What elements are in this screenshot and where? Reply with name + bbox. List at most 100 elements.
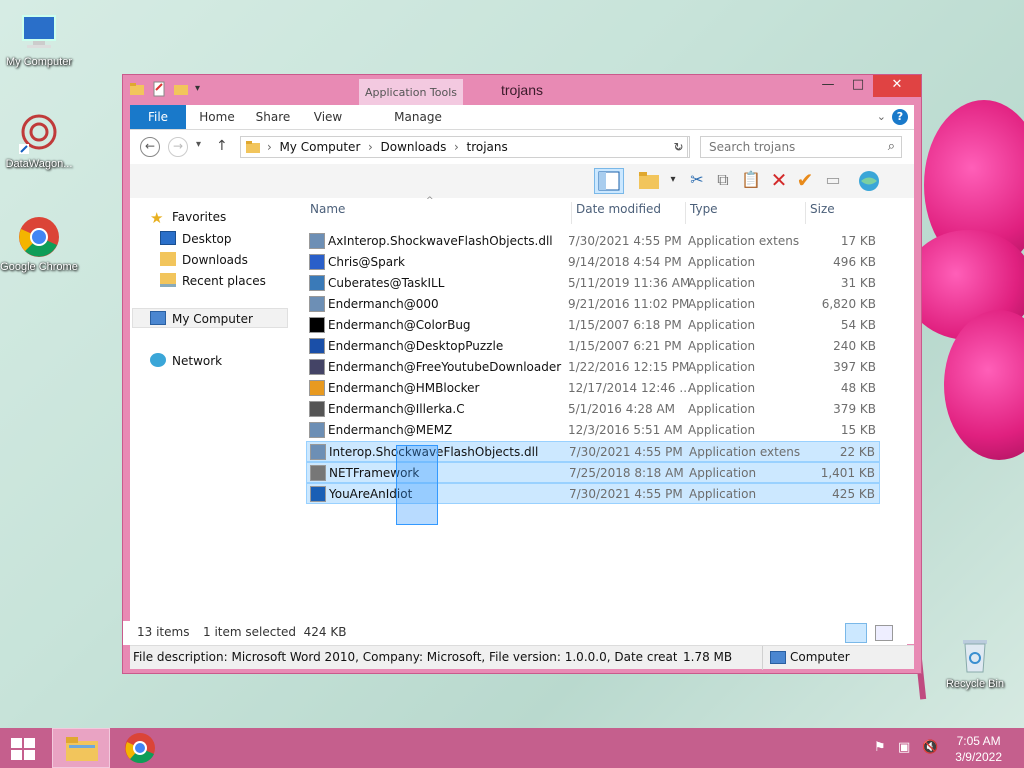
folder-icon bbox=[66, 737, 98, 761]
file-icon bbox=[310, 465, 326, 481]
file-date: 9/21/2016 11:02 PM bbox=[568, 297, 690, 311]
windows-logo-icon bbox=[11, 738, 35, 760]
file-size: 31 KB bbox=[840, 276, 876, 290]
column-header-name[interactable]: Name bbox=[310, 202, 345, 224]
file-type: Application bbox=[688, 276, 756, 290]
file-row[interactable]: NETFramework 7/25/2018 8:18 AM Application… bbox=[306, 462, 880, 483]
file-size: 1.78 MB bbox=[683, 650, 733, 664]
chrome-icon bbox=[125, 733, 155, 764]
tab-home[interactable]: Home bbox=[192, 105, 242, 129]
file-row[interactable]: Endermanch@MEMZ 12/3/2016 5:51 AM Applicat… bbox=[306, 420, 880, 441]
file-date: 7/25/2018 8:18 AM bbox=[569, 466, 684, 480]
file-type: Application bbox=[688, 255, 756, 269]
chevron-down-icon[interactable]: ▾ bbox=[660, 168, 686, 194]
file-row[interactable]: Cuberates@TaskILL 5/11/2019 11:36 AM Appli… bbox=[306, 273, 880, 294]
column-header-type[interactable]: Type bbox=[685, 202, 718, 224]
file-row[interactable]: Endermanch@FreeYoutubeDownloader 1/22/201… bbox=[306, 357, 880, 378]
breadcrumb-my-computer[interactable]: My Computer bbox=[279, 140, 360, 154]
network-status-icon[interactable]: ▣ bbox=[898, 740, 910, 755]
tab-manage[interactable]: Manage bbox=[366, 105, 470, 129]
details-view-icon[interactable] bbox=[845, 623, 867, 643]
file-size: 425 KB bbox=[832, 487, 875, 501]
command-toolbar: ▾ ✂ ⧉ 📋 ✕ ✔ ▭ bbox=[130, 164, 914, 198]
desktop-icon bbox=[160, 231, 176, 245]
action-center-flag-icon[interactable]: ⚑ bbox=[874, 740, 886, 755]
file-icon bbox=[309, 233, 325, 249]
desktop-icon-recycle-bin[interactable]: Recycle Bin bbox=[936, 632, 1014, 690]
tab-file[interactable]: File bbox=[130, 105, 186, 129]
desktop-icon-datawagon[interactable]: DataWagon... bbox=[0, 112, 78, 170]
large-icons-view-icon[interactable] bbox=[875, 625, 893, 641]
file-size: 54 KB bbox=[840, 318, 876, 332]
up-button[interactable]: ↑ bbox=[216, 138, 228, 154]
file-row[interactable]: AxInterop.ShockwaveFlashObjects.dll 7/30/… bbox=[306, 231, 880, 252]
breadcrumb-downloads[interactable]: Downloads bbox=[380, 140, 446, 154]
nav-my-computer[interactable]: My Computer bbox=[150, 311, 253, 326]
drag-selection-rectangle bbox=[396, 445, 438, 525]
file-icon bbox=[310, 486, 326, 502]
maximize-button[interactable]: □ bbox=[843, 75, 873, 97]
network-icon bbox=[150, 353, 166, 367]
nav-desktop[interactable]: Desktop bbox=[160, 231, 232, 246]
refresh-button[interactable]: ↻ bbox=[668, 136, 690, 158]
folder-options-icon[interactable] bbox=[636, 168, 662, 194]
taskbar-file-explorer[interactable] bbox=[52, 728, 110, 768]
file-icon bbox=[309, 296, 325, 312]
file-type: Application bbox=[689, 487, 757, 501]
column-header-date[interactable]: Date modified bbox=[571, 202, 661, 224]
taskbar-chrome[interactable] bbox=[124, 728, 164, 768]
file-name: Endermanch@000 bbox=[328, 297, 439, 311]
copy-icon[interactable]: ⧉ bbox=[710, 168, 736, 194]
file-row[interactable]: Endermanch@Illerka.C 5/1/2016 4:28 AM Appl… bbox=[306, 399, 880, 420]
column-header-size[interactable]: Size bbox=[805, 202, 881, 224]
delete-icon[interactable]: ✕ bbox=[766, 168, 792, 194]
ribbon-expand-icon[interactable]: ⌄ bbox=[877, 110, 886, 123]
window-title: trojans bbox=[500, 82, 544, 98]
nav-downloads[interactable]: Downloads bbox=[160, 252, 248, 267]
nav-network[interactable]: Network bbox=[150, 353, 222, 368]
desktop-icon-google-chrome[interactable]: Google Chrome bbox=[0, 215, 78, 273]
paste-icon[interactable]: 📋 bbox=[738, 168, 764, 194]
tab-share[interactable]: Share bbox=[248, 105, 298, 129]
tab-view[interactable]: View bbox=[304, 105, 352, 129]
file-row[interactable]: Endermanch@DesktopPuzzle 1/15/2007 6:21 P… bbox=[306, 336, 880, 357]
file-type: Application bbox=[688, 381, 756, 395]
file-date: 1/15/2007 6:18 PM bbox=[568, 318, 682, 332]
file-row[interactable]: Interop.ShockwaveFlashObjects.dll 7/30/20… bbox=[306, 441, 880, 462]
properties-icon[interactable]: ▭ bbox=[820, 168, 846, 194]
back-button[interactable]: ← bbox=[140, 137, 160, 157]
minimize-button[interactable]: — bbox=[813, 75, 843, 97]
rename-check-icon[interactable]: ✔ bbox=[792, 168, 818, 194]
title-bar[interactable]: ▾ Application Tools trojans — □ ✕ bbox=[123, 75, 921, 105]
cut-icon[interactable]: ✂ bbox=[684, 168, 710, 194]
file-row[interactable]: Endermanch@000 9/21/2016 11:02 PM Applicat… bbox=[306, 294, 880, 315]
file-date: 7/30/2021 4:55 PM bbox=[569, 445, 683, 459]
start-button[interactable] bbox=[8, 728, 42, 768]
search-icon[interactable]: ⌕ bbox=[888, 139, 895, 154]
recent-locations-chevron-icon[interactable]: ▾ bbox=[196, 139, 201, 150]
network-globe-icon[interactable] bbox=[856, 168, 882, 194]
volume-muted-icon[interactable]: 🔇 bbox=[922, 740, 938, 755]
nav-favorites[interactable]: ★ Favorites bbox=[150, 210, 226, 226]
file-row[interactable]: YouAreAnIdiot 7/30/2021 4:55 PM Applicatio… bbox=[306, 483, 880, 504]
recent-places-icon bbox=[160, 273, 176, 287]
preview-pane-icon[interactable] bbox=[594, 168, 624, 194]
file-type: Application extens... bbox=[688, 234, 800, 248]
system-clock[interactable]: 7:05 AM 3/9/2022 bbox=[955, 733, 1002, 765]
help-icon[interactable]: ? bbox=[892, 109, 908, 125]
file-row[interactable]: Chris@Spark 9/14/2018 4:54 PM Application 4… bbox=[306, 252, 880, 273]
breadcrumb-trojans[interactable]: trojans bbox=[466, 140, 507, 154]
desktop-icon-my-computer[interactable]: My Computer bbox=[0, 10, 78, 68]
close-button[interactable]: ✕ bbox=[873, 75, 921, 97]
file-row[interactable]: Endermanch@ColorBug 1/15/2007 6:18 PM Appl… bbox=[306, 315, 880, 336]
nav-recent-places[interactable]: Recent places bbox=[160, 273, 266, 288]
file-type: Application bbox=[688, 423, 756, 437]
file-name: Endermanch@MEMZ bbox=[328, 423, 453, 437]
forward-button[interactable]: → bbox=[168, 137, 188, 157]
file-row[interactable]: Endermanch@HMBlocker 12/17/2014 12:46 ...… bbox=[306, 378, 880, 399]
computer-icon bbox=[17, 10, 61, 54]
address-input[interactable]: › My Computer › Downloads › trojans ⌄ bbox=[240, 136, 688, 158]
file-size: 1,401 KB bbox=[820, 466, 875, 480]
search-input[interactable]: trojans Search trojans ⌕ bbox=[700, 136, 902, 158]
file-date: 7/30/2021 4:55 PM bbox=[568, 234, 682, 248]
